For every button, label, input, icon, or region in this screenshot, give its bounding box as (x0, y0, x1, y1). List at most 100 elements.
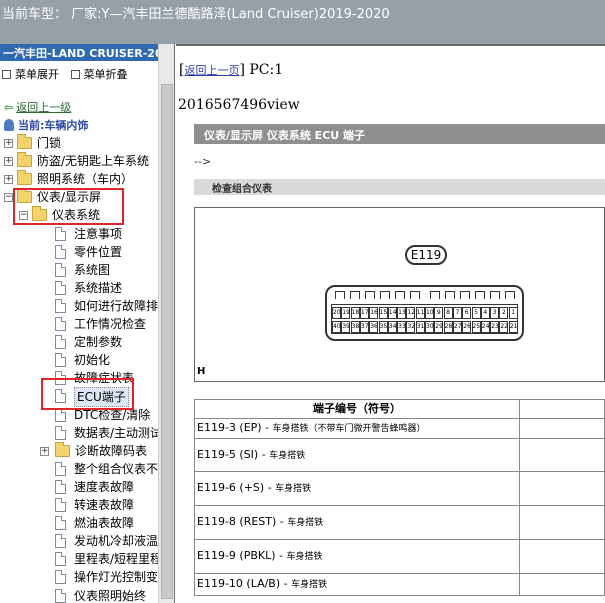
table-row: E119-5 (SI) - 车身搭铁 (194, 439, 605, 472)
diagram-corner-label: H (197, 366, 206, 377)
connector-pin: 3 (490, 307, 500, 319)
tree-item[interactable]: 操作灯光控制变阻器 (0, 568, 174, 586)
expand-icon (2, 70, 11, 79)
tree-item[interactable]: 如何进行故障排除 (0, 297, 170, 315)
tree-item[interactable]: 系统图 (0, 261, 158, 279)
tree-item[interactable]: 发动机冷却液温度表 (0, 532, 174, 550)
table-row: E119-9 (PBKL) - 车身搭铁 (194, 540, 605, 574)
document-icon (55, 262, 66, 277)
scrollbar-thumb[interactable] (161, 84, 173, 599)
tree-item-label: 转速表故障 (74, 498, 135, 512)
connector-pin: 5 (471, 307, 481, 319)
terminal-desc: 车身搭铁 (291, 580, 328, 590)
view-id: 2016567496view (178, 97, 300, 113)
left-panel: 一汽丰田-LAND CRUISER-20 菜单展开 菜单折叠 ⇦ 返回上一级 当前… (0, 44, 175, 603)
back-page-link[interactable]: 返回上一页 (184, 64, 239, 77)
tree-item-label: 零件位置 (74, 244, 123, 259)
expand-menu-button[interactable]: 菜单展开 (2, 66, 59, 82)
document-icon (55, 244, 66, 259)
table-cell: E119-5 (SI) - 车身搭铁 (195, 439, 520, 471)
tree-item[interactable]: 仪表照明始终 (0, 587, 158, 603)
connector-pin: 39 (341, 321, 351, 333)
document-icon (55, 588, 66, 603)
connector-diagram: E119 20 19 18 17 16 15 14 13 12 11 10 9 8 7 6 5 4 3 2 1 40 39… (194, 207, 605, 382)
table-row: E119-3 (EP) - 车身搭铁（不带车门微开警告蜂鸣器） (194, 419, 605, 439)
tree-item[interactable]: 数据表/主动测试 (0, 424, 162, 442)
tree-folder[interactable]: + 照明系统（车内） (0, 170, 158, 188)
terminal-code: E119-9 (PBKL) - (197, 549, 283, 562)
tree-item[interactable]: 系统描述 (0, 279, 158, 297)
table-cell: E119-3 (EP) - 车身搭铁（不带车门微开警告蜂鸣器） (195, 419, 520, 438)
tree-item-label: 速度表故障 (74, 479, 135, 494)
expander-icon[interactable]: + (40, 446, 49, 456)
connector-tab (365, 291, 375, 299)
terminal-code: E119-3 (EP) - (197, 421, 270, 434)
connector-pin: 37 (359, 321, 369, 333)
expander-icon[interactable]: + (4, 175, 13, 185)
connector-pin: 22 (499, 321, 509, 333)
table-row: E119-8 (REST) - 车身搭铁 (194, 506, 605, 540)
tree-folder[interactable]: + 诊断故障码表 (0, 441, 158, 460)
tree-folder[interactable]: + 门锁 (0, 134, 158, 152)
tree-item-label: 诊断故障码表 (75, 443, 148, 458)
expander-icon[interactable]: + (4, 139, 13, 148)
tree-item-label: 注意事项 (74, 226, 123, 241)
connector-pin: 28 (443, 321, 453, 333)
connector-tab (410, 291, 420, 299)
document-icon (55, 353, 66, 368)
current-location: 当前:车辆内饰 (4, 117, 88, 133)
terminal-desc: 车身搭铁 (286, 552, 323, 562)
tree-item[interactable]: 零件位置 (0, 243, 158, 261)
window-title: 当前车型： 厂家:Y—汽丰田兰德酷路泽(Land Cruiser)2019-20… (2, 7, 390, 22)
menu-toolbar: 菜单展开 菜单折叠 (2, 66, 136, 82)
connector-pin: 32 (406, 321, 416, 333)
tree-item[interactable]: 定制参数 (0, 333, 158, 351)
connector-tab (445, 291, 455, 299)
connector-pin: 9 (434, 307, 444, 319)
highlight-box-ecu (41, 378, 134, 410)
tree-item[interactable]: 工作情况检查 (0, 315, 158, 333)
tree-item-label: 定制参数 (74, 335, 123, 350)
back-up-link[interactable]: ⇦ 返回上一级 (4, 99, 71, 115)
document-icon (55, 461, 66, 476)
connector-pin: 33 (397, 321, 407, 333)
expander-icon[interactable]: − (4, 193, 13, 203)
tree-item[interactable]: 燃油表故障 (0, 514, 158, 532)
tree-item[interactable]: 速度表故障 (0, 478, 158, 496)
tree-item-label: 初始化 (74, 353, 111, 368)
tree-item[interactable]: 里程表/短程里程表 (0, 550, 174, 568)
document-icon (55, 479, 66, 494)
terminal-code: E119-5 (SI) - (197, 448, 266, 461)
document-icon (55, 317, 66, 331)
arrow-text: --> (194, 155, 212, 168)
table-row: E119-6 (+S) - 车身搭铁 (194, 472, 605, 506)
table-cell: E119-10 (LA/B) - 车身搭铁 (195, 574, 520, 595)
left-scrollbar[interactable] (158, 44, 174, 603)
connector-pin: 7 (452, 307, 462, 319)
collapse-menu-button[interactable]: 菜单折叠 (70, 66, 128, 82)
document-icon (55, 516, 66, 531)
tree-item-label: 系统图 (74, 262, 111, 277)
tree-item[interactable]: 注意事项 (0, 225, 158, 243)
connector-tab (490, 291, 500, 299)
pane-divider (176, 44, 605, 46)
connector-tab (430, 291, 440, 299)
document-icon (55, 552, 66, 567)
section-header: 仪表/显示屏 仪表系统 ECU 端子 (194, 124, 605, 144)
table-cell: E119-8 (REST) - 车身搭铁 (195, 506, 520, 539)
connector-pin: 34 (387, 321, 397, 333)
connector-pin: 19 (341, 307, 351, 319)
connector-pin: 12 (406, 307, 416, 319)
tree-item[interactable]: 转速表故障 (0, 496, 158, 514)
tree-item-label: 仪表照明始终 (74, 588, 147, 603)
terminal-code: E119-8 (REST) - (197, 515, 284, 528)
expander-icon[interactable]: + (4, 157, 13, 167)
tree-item[interactable]: 整个组合仪表不工作 (0, 460, 174, 478)
connector-pin: 18 (350, 307, 360, 319)
tree-item[interactable]: 初始化 (0, 351, 158, 369)
tree-item-label: 门锁 (37, 136, 62, 150)
connector-tab (350, 291, 360, 299)
table-header: 端子编号（符号） (194, 399, 605, 419)
connector-pin: 23 (490, 321, 500, 333)
tree-folder[interactable]: + 防盗/无钥匙上车系统 (0, 152, 158, 170)
